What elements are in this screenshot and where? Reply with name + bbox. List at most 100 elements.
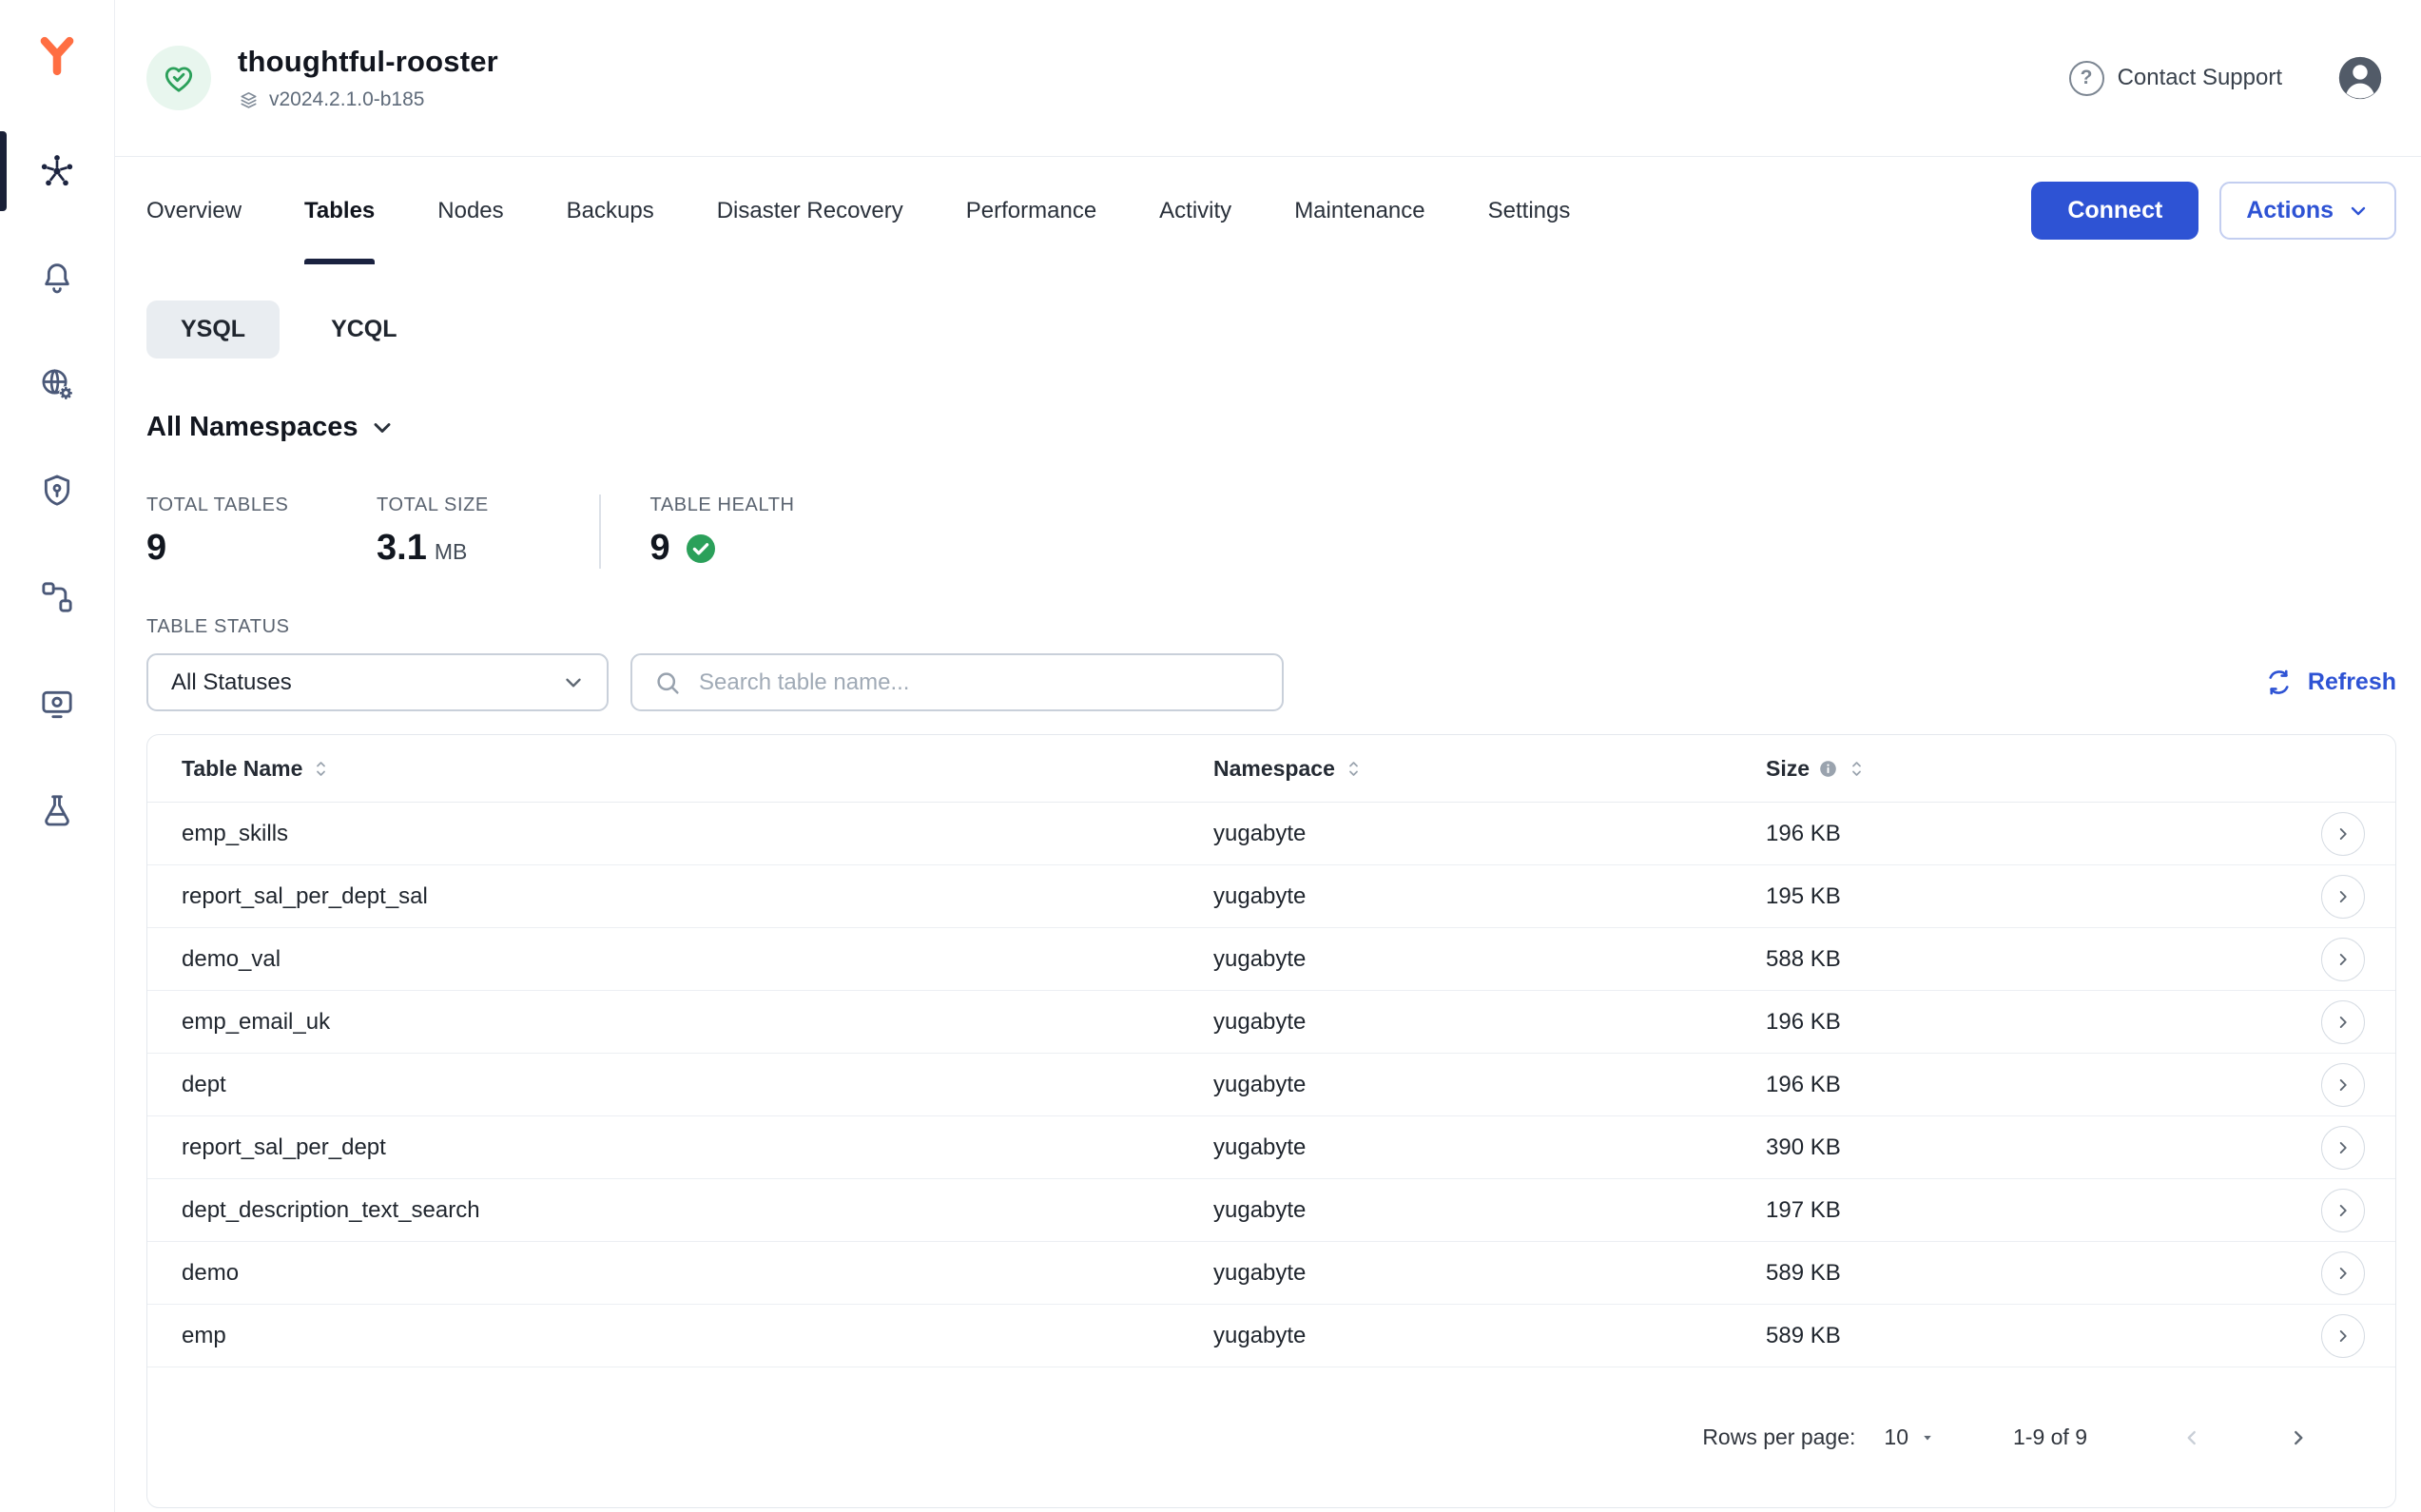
chevron-right-icon: [2333, 886, 2353, 907]
api-tab-ycql[interactable]: YCQL: [297, 300, 431, 359]
sidebar-item-flask[interactable]: [0, 757, 114, 863]
row-expand-button[interactable]: [2321, 1063, 2365, 1107]
stat-total-tables-value: 9: [146, 528, 166, 569]
stat-total-tables: TOTAL TABLES 9: [146, 494, 377, 569]
tab-backups[interactable]: Backups: [567, 157, 654, 264]
table-row[interactable]: dept yugabyte 196 KB: [147, 1054, 2395, 1116]
tab-nodes[interactable]: Nodes: [437, 157, 503, 264]
avatar-icon: [2334, 51, 2387, 105]
actions-button[interactable]: Actions: [2219, 182, 2396, 240]
cell-namespace: yugabyte: [1213, 883, 1766, 910]
table-row[interactable]: emp_skills yugabyte 196 KB: [147, 803, 2395, 865]
cluster-version: v2024.2.1.0-b185: [269, 88, 424, 111]
tab-performance[interactable]: Performance: [966, 157, 1096, 264]
cell-namespace: yugabyte: [1213, 1134, 1766, 1161]
tab-overview[interactable]: Overview: [146, 157, 242, 264]
yugabyte-logo[interactable]: [29, 29, 85, 84]
chevron-right-icon: [2333, 1075, 2353, 1095]
column-header-table-name[interactable]: Table Name: [182, 756, 1213, 782]
info-icon[interactable]: [1818, 759, 1838, 779]
status-select[interactable]: All Statuses: [146, 653, 609, 711]
connect-button[interactable]: Connect: [2031, 182, 2198, 240]
status-select-value: All Statuses: [171, 669, 292, 696]
cell-size: 390 KB: [1766, 1134, 2253, 1161]
api-type-tabs: YSQL YCQL: [146, 300, 2396, 359]
refresh-button[interactable]: Refresh: [2264, 668, 2396, 697]
rows-per-page-label: Rows per page:: [1702, 1425, 1855, 1450]
table-row[interactable]: report_sal_per_dept yugabyte 390 KB: [147, 1116, 2395, 1179]
table-row[interactable]: demo_val yugabyte 588 KB: [147, 928, 2395, 991]
row-expand-button[interactable]: [2321, 1126, 2365, 1170]
cluster-health-badge: [146, 46, 211, 110]
stats-divider: [599, 494, 601, 569]
sidebar: [0, 0, 115, 1512]
stat-total-size-label: TOTAL SIZE: [377, 494, 599, 516]
user-avatar[interactable]: [2334, 51, 2387, 105]
cluster-tab-bar: Overview Tables Nodes Backups Disaster Recov…: [115, 157, 2421, 264]
tables-card: Table Name Namespace Size: [146, 734, 2396, 1508]
bell-icon: [38, 259, 76, 297]
table-row[interactable]: demo yugabyte 589 KB: [147, 1242, 2395, 1305]
workflow-icon: [38, 578, 76, 616]
sidebar-item-shield-lock[interactable]: [0, 437, 114, 544]
tab-activity[interactable]: Activity: [1159, 157, 1231, 264]
sidebar-item-workflow[interactable]: [0, 544, 114, 650]
chevron-down-icon: [561, 670, 586, 695]
sidebar-item-globe-gear[interactable]: [0, 331, 114, 437]
sort-icon: [311, 759, 331, 779]
tab-disaster-recovery[interactable]: Disaster Recovery: [717, 157, 903, 264]
sidebar-item-monitor[interactable]: [0, 650, 114, 757]
namespace-filter[interactable]: All Namespaces: [146, 412, 396, 443]
column-header-namespace[interactable]: Namespace: [1213, 756, 1766, 782]
tab-maintenance[interactable]: Maintenance: [1294, 157, 1424, 264]
row-expand-button[interactable]: [2321, 938, 2365, 981]
cell-size: 196 KB: [1766, 1072, 2253, 1098]
chevron-down-icon: [369, 415, 396, 441]
cell-namespace: yugabyte: [1213, 1260, 1766, 1287]
previous-page-button[interactable]: [2171, 1417, 2213, 1459]
table-body: emp_skills yugabyte 196 KB report_sal_pe…: [147, 803, 2395, 1367]
row-expand-button[interactable]: [2321, 1251, 2365, 1295]
stat-table-health-label: TABLE HEALTH: [650, 494, 795, 516]
column-label: Size: [1766, 756, 1810, 782]
chevron-right-icon: [2286, 1425, 2311, 1450]
tab-settings[interactable]: Settings: [1488, 157, 1571, 264]
table-row[interactable]: report_sal_per_dept_sal yugabyte 195 KB: [147, 865, 2395, 928]
sort-icon: [1847, 759, 1867, 779]
cell-namespace: yugabyte: [1213, 946, 1766, 973]
row-expand-button[interactable]: [2321, 875, 2365, 919]
cell-size: 195 KB: [1766, 883, 2253, 910]
next-page-button[interactable]: [2277, 1417, 2319, 1459]
search-input[interactable]: [697, 669, 1261, 697]
row-expand-button[interactable]: [2321, 1189, 2365, 1232]
yugabyte-logo-icon: [36, 35, 78, 77]
stat-table-health-value: 9: [650, 528, 670, 569]
tab-tables[interactable]: Tables: [304, 157, 375, 264]
stat-total-size: TOTAL SIZE 3.1 MB: [377, 494, 599, 569]
cluster-header: thoughtful-rooster v2024.2.1.0-b185 ? Co…: [115, 0, 2421, 157]
cell-table-name: report_sal_per_dept_sal: [182, 883, 1213, 910]
check-circle-icon: [684, 532, 718, 566]
cell-table-name: emp_email_uk: [182, 1009, 1213, 1036]
cell-size: 588 KB: [1766, 946, 2253, 973]
row-expand-button[interactable]: [2321, 1000, 2365, 1044]
cell-size: 196 KB: [1766, 821, 2253, 847]
sidebar-item-bell[interactable]: [0, 224, 114, 331]
cell-namespace: yugabyte: [1213, 1009, 1766, 1036]
table-row[interactable]: emp_email_uk yugabyte 196 KB: [147, 991, 2395, 1054]
contact-support-link[interactable]: ? Contact Support: [2069, 61, 2282, 96]
row-expand-button[interactable]: [2321, 812, 2365, 856]
column-header-size[interactable]: Size: [1766, 756, 2253, 782]
rows-per-page-select[interactable]: 10: [1884, 1425, 1937, 1450]
filter-row: All Statuses Refresh: [146, 653, 2396, 711]
sidebar-item-cluster-network[interactable]: [0, 118, 114, 224]
stat-total-size-unit: MB: [435, 539, 468, 569]
refresh-icon: [2264, 668, 2294, 697]
table-header-row: Table Name Namespace Size: [147, 735, 2395, 803]
question-circle-icon: ?: [2069, 61, 2104, 96]
row-expand-button[interactable]: [2321, 1314, 2365, 1358]
table-row[interactable]: emp yugabyte 589 KB: [147, 1305, 2395, 1367]
api-tab-ysql[interactable]: YSQL: [146, 300, 280, 359]
chevron-right-icon: [2333, 1326, 2353, 1347]
table-row[interactable]: dept_description_text_search yugabyte 19…: [147, 1179, 2395, 1242]
